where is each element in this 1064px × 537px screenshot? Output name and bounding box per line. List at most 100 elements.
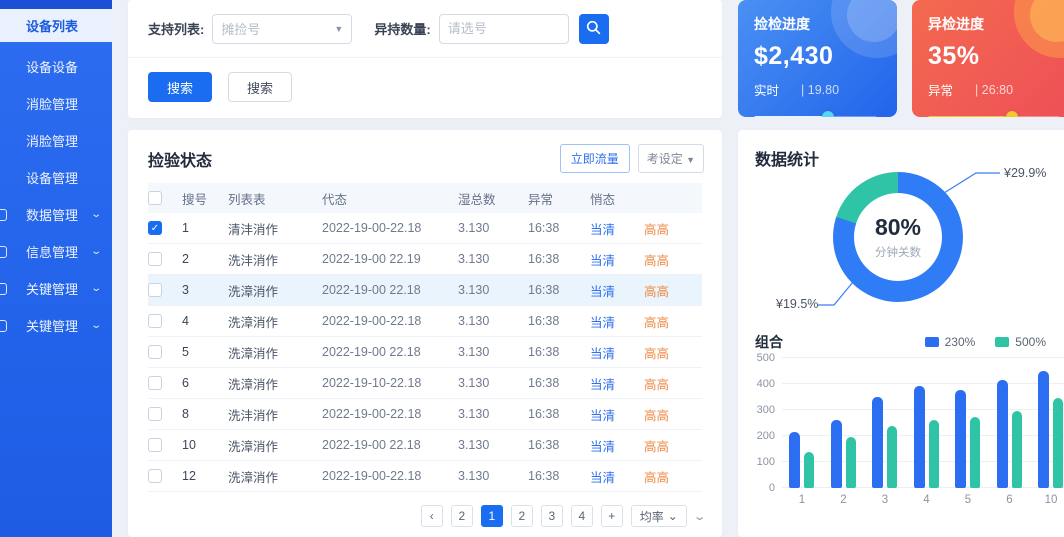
level-link[interactable]: 高高 <box>644 374 690 393</box>
table-cell: 2022-19-00-22.18 <box>322 314 458 328</box>
bar-series-1[interactable] <box>955 390 966 488</box>
donut-chart[interactable]: 80% 分钟关数 <box>833 172 963 302</box>
menu-icon <box>0 283 7 295</box>
search-icon-button[interactable] <box>579 14 609 44</box>
settings-dropdown-button[interactable]: 考设定 ▼ <box>638 144 704 173</box>
search-button-secondary[interactable]: 搜索 <box>228 72 292 102</box>
table-row[interactable]: 12洗漳消作2022-19-00-22.183.13016:38当清高高 <box>148 461 702 492</box>
level-link[interactable]: 高高 <box>644 312 690 331</box>
chevron-down-icon: ⌄ <box>90 209 102 220</box>
row-checkbox[interactable] <box>148 376 162 390</box>
row-checkbox[interactable] <box>148 438 162 452</box>
bar-series-1[interactable] <box>1038 371 1049 488</box>
row-checkbox[interactable] <box>148 252 162 266</box>
x-axis-tick: 3 <box>870 494 900 506</box>
level-link[interactable]: 高高 <box>644 343 690 362</box>
table-row[interactable]: 2洗沣消作2022-19-00 22.193.13016:38当清高高 <box>148 244 702 275</box>
level-link[interactable]: 高高 <box>644 219 690 238</box>
page-button[interactable]: 4 <box>571 505 593 527</box>
status-link[interactable]: 当清 <box>590 405 644 424</box>
progress-card-blue: 捡检进度 $2,430 实时 | 19.80 <box>738 0 897 117</box>
table-header-cell: 悄态 <box>590 189 644 208</box>
bar-chart[interactable]: 010020030040050012345610 <box>752 358 1064 510</box>
row-checkbox[interactable] <box>148 283 162 297</box>
page-button[interactable]: + <box>601 505 623 527</box>
table-cell: 洗漳消作 <box>228 467 322 486</box>
table-body: ✓1清沣消作2022-19-00-22.183.13016:38当清高高2洗沣消… <box>148 213 702 492</box>
slider-knob[interactable] <box>822 111 834 117</box>
level-link[interactable]: 高高 <box>644 405 690 424</box>
bar-series-2[interactable] <box>1053 398 1063 488</box>
sidebar-item-关键管理[interactable]: 关键管理⌄ <box>0 307 112 344</box>
bar-series-2[interactable] <box>887 426 897 488</box>
list-select[interactable]: 摊捡号 ▼ <box>212 14 352 44</box>
level-link[interactable]: 高高 <box>644 436 690 455</box>
sidebar-item-设备设备[interactable]: 设备设备 <box>0 48 112 85</box>
level-link[interactable]: 高高 <box>644 281 690 300</box>
status-link[interactable]: 当清 <box>590 312 644 331</box>
bar-series-1[interactable] <box>997 380 1008 488</box>
page-button[interactable]: 2 <box>511 505 533 527</box>
bar-series-2[interactable] <box>929 420 939 488</box>
bar-series-2[interactable] <box>1012 411 1022 488</box>
table-cell: 2022-19-00 22.18 <box>322 345 458 359</box>
row-checkbox[interactable] <box>148 314 162 328</box>
status-link[interactable]: 当清 <box>590 436 644 455</box>
bar-series-1[interactable] <box>872 397 883 488</box>
table-row[interactable]: 4洗漳消作2022-19-00-22.183.13016:38当清高高 <box>148 306 702 337</box>
bar-series-1[interactable] <box>914 386 925 488</box>
flow-action-button[interactable]: 立即流量 <box>560 144 630 173</box>
bar-series-1[interactable] <box>831 420 842 488</box>
status-link[interactable]: 当清 <box>590 219 644 238</box>
row-checkbox[interactable] <box>148 345 162 359</box>
page-button[interactable]: 1 <box>481 505 503 527</box>
sidebar-item-数据管理[interactable]: 数据管理⌄ <box>0 196 112 233</box>
chevron-down-icon: ▼ <box>686 155 695 165</box>
slider-knob[interactable] <box>1006 111 1018 117</box>
bar-series-2[interactable] <box>804 452 814 488</box>
table-row[interactable]: 5洗漳消作2022-19-00 22.183.13016:38当清高高 <box>148 337 702 368</box>
collapse-chevron-icon[interactable]: ⌄ <box>692 510 706 523</box>
table-cell: 洗沣消作 <box>228 250 322 269</box>
page-button[interactable]: ‹ <box>421 505 443 527</box>
card-title: 捡检进度 <box>754 14 881 34</box>
table-header-cell: 列表表 <box>228 189 322 208</box>
level-link[interactable]: 高高 <box>644 467 690 486</box>
sidebar-item-消脸管理[interactable]: 消脸管理 <box>0 85 112 122</box>
bar-series-2[interactable] <box>970 417 980 488</box>
table-cell: 8 <box>182 407 228 421</box>
legend-item[interactable]: 500% <box>995 335 1046 349</box>
status-link[interactable]: 当清 <box>590 281 644 300</box>
page-button[interactable]: 2 <box>451 505 473 527</box>
table-row[interactable]: 8洗沣消作2022-19-00-22.183.13016:38当清高高 <box>148 399 702 430</box>
status-link[interactable]: 当清 <box>590 467 644 486</box>
table-cell: 12 <box>182 469 228 483</box>
status-link[interactable]: 当清 <box>590 374 644 393</box>
table-row[interactable]: ✓1清沣消作2022-19-00-22.183.13016:38当清高高 <box>148 213 702 244</box>
row-checkbox[interactable] <box>148 469 162 483</box>
chevron-down-icon: ⌄ <box>90 320 102 331</box>
table-row[interactable]: 3洗漳消作2022-19-00 22.183.13016:38当清高高 <box>148 275 702 306</box>
quantity-input[interactable] <box>439 14 569 44</box>
table-row[interactable]: 6洗漳消作2022-19-10-22.183.13016:38当清高高 <box>148 368 702 399</box>
sidebar-item-关键管理[interactable]: 关键管理⌄ <box>0 270 112 307</box>
bar-series-2[interactable] <box>846 437 856 488</box>
table-row[interactable]: 10洗漳消作2022-19-00 22.183.13016:38当清高高 <box>148 430 702 461</box>
sidebar-item-设备管理[interactable]: 设备管理 <box>0 159 112 196</box>
page-size-dropdown[interactable]: 均率⌄ <box>631 505 687 527</box>
bar-series-1[interactable] <box>789 432 800 488</box>
status-link[interactable]: 当清 <box>590 250 644 269</box>
sidebar-item-设备列表[interactable]: 设备列表 <box>0 9 112 42</box>
x-axis-tick: 4 <box>912 494 942 506</box>
status-link[interactable]: 当清 <box>590 343 644 362</box>
page-button[interactable]: 3 <box>541 505 563 527</box>
select-all-checkbox[interactable] <box>148 191 162 205</box>
level-link[interactable]: 高高 <box>644 250 690 269</box>
row-checkbox[interactable]: ✓ <box>148 221 162 235</box>
sidebar-item-信息管理[interactable]: 信息管理⌄ <box>0 233 112 270</box>
search-button-primary[interactable]: 搜索 <box>148 72 212 102</box>
legend-item[interactable]: 230% <box>925 335 976 349</box>
sidebar-item-消脸管理[interactable]: 消脸管理 <box>0 122 112 159</box>
x-axis-tick: 2 <box>829 494 859 506</box>
row-checkbox[interactable] <box>148 407 162 421</box>
